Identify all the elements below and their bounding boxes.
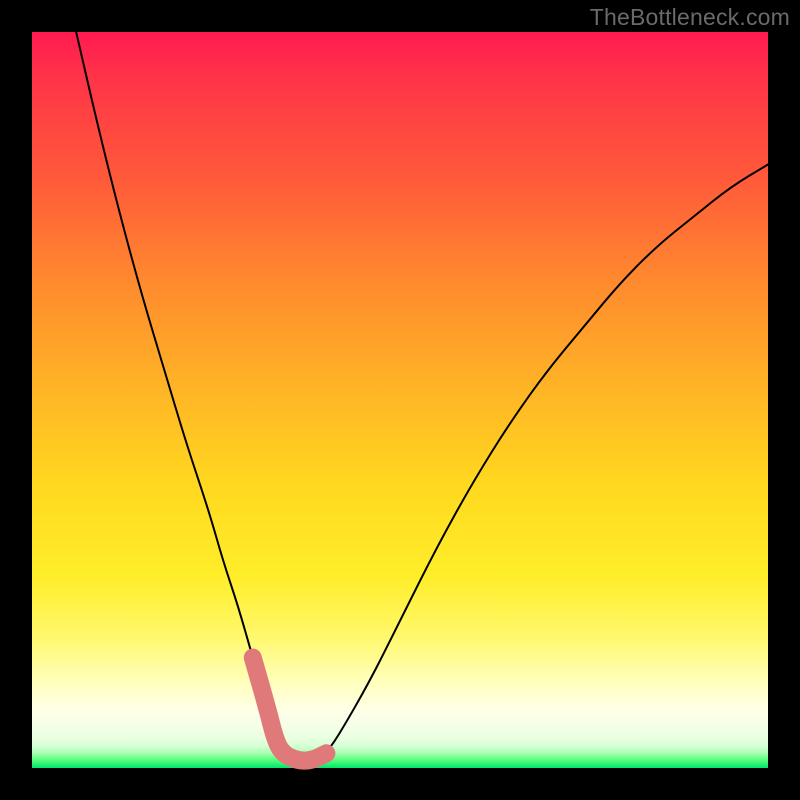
optimal-zone-highlight: [253, 658, 327, 761]
chart-container: TheBottleneck.com: [0, 0, 800, 800]
bottleneck-curve: [76, 32, 768, 761]
plot-area: [32, 32, 768, 768]
watermark-text: TheBottleneck.com: [590, 4, 790, 31]
curve-svg: [32, 32, 768, 768]
